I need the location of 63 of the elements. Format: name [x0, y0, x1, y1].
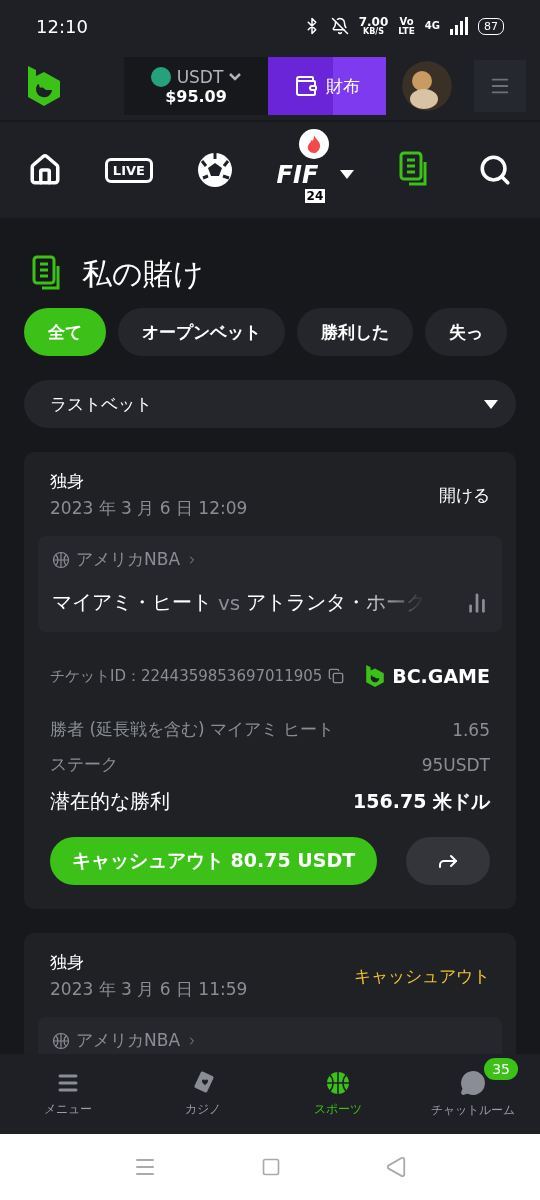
dropdown-icon	[484, 399, 498, 409]
live-button[interactable]: LIVE	[104, 157, 153, 183]
home-team: マイアミ・ヒート	[52, 589, 212, 616]
dropdown-icon	[340, 170, 355, 180]
status-time: 12:10	[36, 15, 88, 37]
odds-value: 1.65	[452, 719, 490, 740]
copy-icon[interactable]	[328, 668, 345, 685]
fire-icon	[306, 135, 321, 153]
filter-tab[interactable]: オープンベット	[118, 308, 285, 356]
signal-icon	[450, 17, 468, 35]
tether-icon	[150, 66, 171, 87]
versus-label: vs	[218, 590, 241, 615]
mute-icon	[330, 17, 349, 35]
bottom-nav-item[interactable]: カジノ	[135, 1054, 270, 1134]
chevron-icon	[229, 72, 242, 81]
basketball-icon	[52, 1031, 70, 1050]
potential-win-label: 潜在的な勝利	[50, 788, 170, 816]
menu-button[interactable]	[474, 60, 526, 112]
sort-select[interactable]: ラストベット	[24, 380, 516, 428]
bet-date: 2023 年 3 月 6 日 11:59	[50, 978, 248, 1002]
potential-win-value: 156.75 米ドル	[353, 788, 490, 814]
balance-panel[interactable]: USDT $95.09	[124, 57, 268, 115]
bet-status: 開ける	[439, 483, 490, 507]
selection-label: 勝者 (延長戦を含む) マイアミ ヒート	[50, 718, 335, 742]
search-button[interactable]	[478, 153, 512, 187]
volte-label: Vo	[399, 16, 414, 27]
wallet-icon	[294, 74, 318, 98]
sort-value: ラストベット	[50, 392, 152, 416]
home-button[interactable]	[28, 153, 62, 187]
fifa-button[interactable]: FIF 24	[276, 127, 355, 213]
soccer-button[interactable]	[195, 151, 234, 189]
bottom-nav-item[interactable]: メニュー	[0, 1054, 135, 1134]
basketball-icon	[52, 550, 70, 569]
currency-label: USDT	[176, 66, 224, 87]
page-title: 私の賭け	[82, 254, 204, 293]
bet-date: 2023 年 3 月 6 日 12:09	[50, 497, 248, 520]
ticket-id: チケットID：2244359853697011905	[50, 666, 323, 686]
balance-amount: $95.09	[165, 86, 227, 106]
logo-icon	[364, 664, 387, 689]
bet-status: キャッシュアウト	[354, 964, 490, 988]
lte-label: LTE	[398, 26, 415, 36]
brand-name: BC.GAME	[392, 665, 490, 688]
network-speed: 7.00	[358, 16, 389, 28]
chat-icon	[459, 1069, 486, 1096]
basketball-icon	[325, 1070, 350, 1095]
bottom-nav-item[interactable]: スポーツ	[270, 1054, 405, 1134]
bet-type: 独身	[50, 951, 85, 975]
league-link[interactable]: アメリカNBA	[76, 548, 180, 571]
bottom-nav-item[interactable]: チャットルーム 35	[405, 1054, 540, 1134]
stats-icon[interactable]	[466, 591, 488, 614]
unread-count: 35	[484, 1058, 518, 1080]
battery-level: 87	[478, 17, 504, 35]
filter-tab[interactable]: 勝利した	[297, 308, 413, 356]
bet-type: 独身	[50, 470, 85, 493]
stake-value: 95USDT	[421, 754, 490, 775]
stake-label: ステーク	[50, 753, 118, 777]
wallet-button[interactable]: 財布	[268, 57, 386, 115]
avatar[interactable]	[402, 61, 452, 111]
filter-tab[interactable]: 失っ	[425, 308, 507, 356]
speed-unit: KB/S	[363, 28, 384, 36]
soccer-ball-icon	[195, 151, 234, 189]
network-type: 4G	[424, 21, 440, 31]
league-link[interactable]: アメリカNBA	[76, 1029, 180, 1053]
